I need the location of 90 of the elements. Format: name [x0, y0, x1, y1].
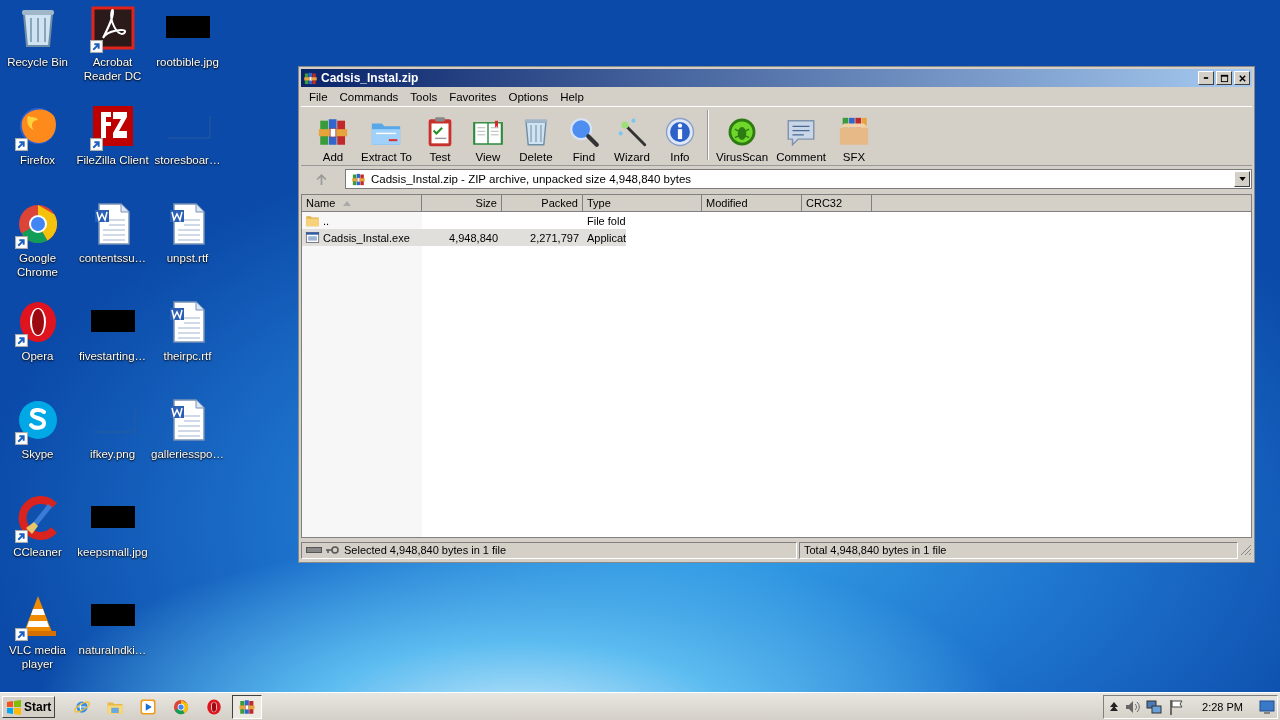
- desktop-shortcut[interactable]: CCleaner: [0, 494, 75, 592]
- table-cell: Applicat: [587, 231, 626, 244]
- books-icon: [238, 697, 257, 716]
- table-cell: File fold: [587, 214, 626, 227]
- column-header[interactable]: Packed: [502, 195, 583, 212]
- toolbar-button[interactable]: Test: [415, 115, 464, 163]
- desktop-shortcut[interactable]: Skype: [0, 396, 75, 494]
- menu-item[interactable]: Help: [554, 90, 590, 103]
- window-title: Cadsis_Instal.zip: [321, 71, 419, 85]
- desktop-shortcut[interactable]: Acrobat Reader DC: [75, 4, 150, 102]
- file-row[interactable]: Cadsis_Instal.exe: [302, 229, 422, 246]
- desktop-shortcut[interactable]: Firefox: [0, 102, 75, 200]
- caret-up-icon: [1110, 701, 1119, 712]
- dropdown-button[interactable]: [1234, 171, 1250, 187]
- shortcut-arrow-icon: [14, 334, 28, 347]
- folder-icon: [305, 213, 320, 228]
- maximize-button[interactable]: [1216, 71, 1232, 85]
- monitor-icon: [1259, 699, 1275, 714]
- desktop-shortcut[interactable]: fivestarting…: [75, 298, 150, 396]
- caret-down-icon: [1238, 177, 1246, 181]
- desktop-shortcut[interactable]: Google Chrome: [0, 200, 75, 298]
- table-cell: 2,271,797: [530, 231, 579, 244]
- column-header[interactable]: Type: [583, 195, 702, 212]
- key-icon: [326, 546, 340, 554]
- menu-item[interactable]: Options: [502, 90, 555, 103]
- desktop-shortcut[interactable]: ifkey.png: [75, 396, 150, 494]
- toolbar-button[interactable]: VirusScan: [711, 115, 773, 163]
- drive-icon: [306, 546, 322, 554]
- menu-item[interactable]: File: [303, 90, 334, 103]
- toolbar-button[interactable]: Delete: [511, 115, 560, 163]
- column-header[interactable]: Name: [302, 195, 422, 212]
- up-arrow-icon: [315, 173, 327, 185]
- desktop-shortcut[interactable]: unpst.rtf: [150, 200, 225, 298]
- letter-o-icon: [205, 697, 224, 716]
- shortcut-arrow-icon: [14, 530, 28, 543]
- toolbar-button[interactable]: SFX: [830, 115, 878, 163]
- desktop-shortcut[interactable]: FileZilla Client: [75, 102, 150, 200]
- desktop-shortcut[interactable]: VLC media player: [0, 592, 75, 690]
- taskbar-button[interactable]: [232, 694, 263, 719]
- minimize-button[interactable]: [1198, 71, 1214, 85]
- menu-item[interactable]: Tools: [404, 90, 444, 103]
- address-field[interactable]: Cadsis_Instal.zip - ZIP archive, unpacked size 4,948,840 bytes: [345, 169, 1252, 189]
- toolbar-button[interactable]: Extract To: [357, 115, 416, 163]
- shortcut-arrow-icon: [89, 138, 103, 151]
- show-desktop-button[interactable]: [1259, 699, 1275, 714]
- toolbar-button[interactable]: View: [463, 115, 512, 163]
- desktop-shortcut[interactable]: naturalndki…: [75, 592, 150, 690]
- desktop-shortcut[interactable]: theirpc.rtf: [150, 298, 225, 396]
- shortcut-arrow-icon: [89, 40, 103, 53]
- maximize-icon: [1219, 73, 1229, 83]
- windows-flag-icon: [6, 698, 22, 715]
- shortcut-arrow-icon: [14, 628, 28, 641]
- desktop-shortcut[interactable]: Recycle Bin: [0, 4, 75, 102]
- program-icon: [305, 230, 320, 245]
- toolbar-button[interactable]: Add: [309, 115, 357, 163]
- desktop-shortcut[interactable]: Opera: [0, 298, 75, 396]
- desktop-shortcut[interactable]: contentssu…: [75, 200, 150, 298]
- desktop-shortcut[interactable]: galleriesspo…: [150, 396, 225, 494]
- column-header[interactable]: CRC32: [802, 195, 872, 212]
- clock[interactable]: 2:28 PM: [1202, 700, 1243, 713]
- menu-item[interactable]: Favorites: [443, 90, 503, 103]
- toolbar-button[interactable]: Info: [655, 115, 704, 163]
- shortcut-arrow-icon: [14, 236, 28, 249]
- close-icon: [1237, 73, 1247, 83]
- minimize-icon: [1203, 77, 1209, 79]
- books-icon: [351, 171, 366, 187]
- start-button[interactable]: Start: [2, 695, 56, 718]
- toolbar-button[interactable]: Comment: [772, 115, 830, 163]
- play-icon: [139, 697, 158, 716]
- shortcut-arrow-icon: [14, 432, 28, 445]
- network-icon: [1146, 698, 1163, 715]
- toolbar-button[interactable]: Find: [559, 115, 608, 163]
- books-icon: [303, 70, 318, 86]
- ring-circle-icon: [172, 697, 191, 716]
- status-text: Total 4,948,840 bytes in 1 file: [804, 544, 947, 556]
- column-header[interactable]: Size: [422, 195, 502, 212]
- resize-grip-icon: [1240, 544, 1252, 556]
- column-header[interactable]: Modified: [702, 195, 802, 212]
- sort-arrow-icon: [343, 200, 352, 206]
- file-row[interactable]: ..: [302, 212, 422, 229]
- shortcut-arrow-icon: [14, 138, 28, 151]
- table-cell: 4,948,840: [449, 231, 498, 244]
- menu-item[interactable]: Commands: [333, 90, 405, 103]
- close-button[interactable]: [1234, 71, 1250, 85]
- flag-icon: [1168, 698, 1185, 715]
- desktop-shortcut[interactable]: storesboar…: [150, 102, 225, 200]
- desktop-shortcut[interactable]: keepsmall.jpg: [75, 494, 150, 592]
- toolbar-button[interactable]: Wizard: [607, 115, 656, 163]
- status-text: Selected 4,948,840 bytes in 1 file: [344, 544, 507, 556]
- desktop-shortcut[interactable]: rootbible.jpg: [150, 4, 225, 102]
